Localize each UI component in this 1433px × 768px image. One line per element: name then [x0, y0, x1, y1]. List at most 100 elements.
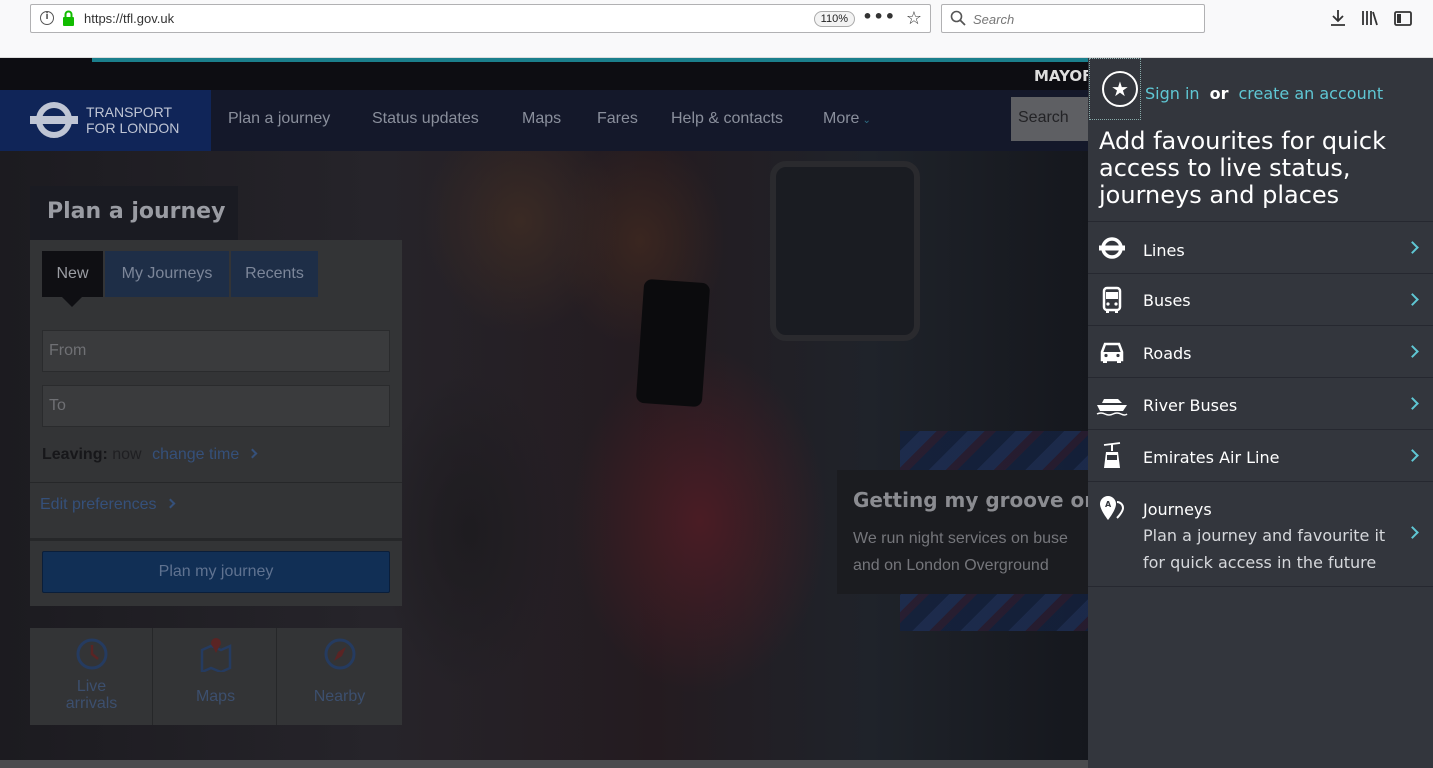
tfl-logo[interactable]: TRANSPORT FOR LONDON: [0, 90, 211, 151]
to-placeholder: To: [49, 397, 66, 414]
promo-title: Getting my groove on n: [853, 488, 1088, 512]
favourite-item-river-buses[interactable]: River Buses: [1088, 377, 1433, 429]
from-placeholder: From: [49, 342, 87, 359]
promo-body: We run night services on buse and on Lon…: [853, 525, 1068, 579]
top-accent-line: [92, 58, 1088, 62]
nav-more[interactable]: More ⌄: [823, 110, 871, 128]
quick-link-label-line1: Live: [76, 678, 107, 695]
nav-help-contacts[interactable]: Help & contacts: [671, 110, 783, 128]
nav-plan-journey[interactable]: Plan a journey: [228, 110, 330, 128]
roundel-logo-icon: [30, 102, 78, 138]
favourite-item-journeys[interactable]: A Journeys Plan a journey and favourite …: [1088, 481, 1433, 587]
planner-title-box: Plan a journey: [30, 186, 238, 240]
plan-my-journey-button[interactable]: Plan my journey: [42, 551, 390, 593]
chevron-right-icon: [1406, 241, 1419, 254]
site-search-input[interactable]: Search: [1011, 97, 1088, 141]
promo-line-1: We run night services on buse: [853, 530, 1068, 547]
favourite-item-emirates-air-line[interactable]: Emirates Air Line: [1088, 429, 1433, 481]
quick-link-label: Nearby: [313, 688, 366, 705]
favourite-label: River Buses: [1143, 396, 1238, 415]
sign-in-link[interactable]: Sign in: [1145, 84, 1200, 103]
nav-fares[interactable]: Fares: [597, 110, 638, 128]
zoom-badge[interactable]: 110%: [813, 11, 855, 27]
divider: [30, 538, 402, 541]
page-actions-icon[interactable]: •••: [862, 7, 896, 26]
quick-link-live-arrivals[interactable]: Live arrivals: [30, 628, 153, 725]
mayor-link[interactable]: MAYOF: [1034, 67, 1092, 85]
quick-link-label-line2: arrivals: [65, 695, 118, 712]
favourites-heading: Add favourites for quick access to live …: [1099, 127, 1387, 209]
favourite-label: Roads: [1143, 344, 1192, 363]
create-account-link[interactable]: create an account: [1238, 84, 1383, 103]
phone-in-photo: [635, 278, 711, 408]
site-header: TRANSPORT FOR LONDON Plan a journey Stat…: [0, 90, 1088, 151]
chevron-right-icon: [1406, 293, 1419, 306]
chevron-right-icon: [247, 448, 258, 459]
leaving-row: Leaving: now change time: [42, 446, 258, 464]
favourites-toggle[interactable]: ★: [1089, 58, 1141, 120]
compass-icon: [324, 638, 356, 670]
map-pin-icon: [200, 638, 232, 672]
chevron-right-icon: [1406, 397, 1419, 410]
promo-card[interactable]: Getting my groove on n We run night serv…: [837, 470, 1088, 594]
favourite-item-roads[interactable]: Roads: [1088, 325, 1433, 377]
leaving-value: now: [112, 446, 142, 463]
browser-toolbar: i https://tfl.gov.uk 110% ••• ☆ Search: [0, 0, 1433, 58]
favourite-label: Lines: [1143, 241, 1185, 260]
browser-search-placeholder: Search: [973, 12, 1015, 27]
quick-link-nearby[interactable]: Nearby: [278, 628, 401, 725]
nav-status-updates[interactable]: Status updates: [372, 110, 479, 128]
quick-link-label: Maps: [195, 688, 236, 705]
leaving-label: Leaving:: [42, 446, 108, 463]
info-icon[interactable]: i: [40, 11, 54, 25]
to-input[interactable]: To: [42, 385, 390, 427]
promo-line-2: and on London Overground: [853, 557, 1049, 574]
chevron-right-icon: [1406, 526, 1419, 539]
logo-line-2: FOR LONDON: [86, 120, 180, 136]
quick-link-maps[interactable]: Maps: [154, 628, 277, 725]
search-icon: [950, 10, 966, 26]
download-icon[interactable]: [1328, 8, 1348, 28]
sidebar-toggle-icon[interactable]: [1393, 8, 1413, 28]
tab-new[interactable]: New: [42, 251, 103, 297]
quick-links: Live arrivals Maps Nearby: [30, 628, 402, 725]
chevron-right-icon: [1406, 345, 1419, 358]
bookmark-star-icon[interactable]: ☆: [906, 8, 922, 29]
planner-title: Plan a journey: [47, 199, 226, 224]
address-bar[interactable]: i https://tfl.gov.uk 110% ••• ☆: [30, 4, 931, 33]
url-text[interactable]: https://tfl.gov.uk: [84, 11, 174, 26]
chevron-right-icon: [1406, 449, 1419, 462]
browser-search-input[interactable]: Search: [941, 4, 1205, 33]
star-icon: ★: [1102, 71, 1138, 107]
edit-preferences-link[interactable]: Edit preferences: [40, 496, 175, 514]
bus-icon: [1102, 286, 1122, 313]
sign-in-row: Sign in or create an account: [1145, 84, 1383, 103]
nav-more-label: More: [823, 110, 860, 127]
clock-icon: [76, 638, 108, 670]
change-time-link[interactable]: change time: [152, 446, 258, 463]
edit-preferences-label: Edit preferences: [40, 496, 157, 513]
favourite-item-lines[interactable]: Lines: [1088, 221, 1433, 273]
favourite-label: Buses: [1143, 291, 1191, 310]
hero-image: Plan a journey New My Journeys Recents F…: [0, 151, 1088, 768]
roundel-icon: [1099, 237, 1125, 259]
change-time-label: change time: [152, 446, 240, 463]
favourite-label: Journeys: [1143, 500, 1212, 519]
logo-line-1: TRANSPORT: [86, 104, 173, 120]
tab-my-journeys[interactable]: My Journeys: [105, 251, 229, 297]
nav-maps[interactable]: Maps: [522, 110, 561, 128]
chevron-down-icon: ⌄: [862, 115, 871, 126]
library-icon[interactable]: [1360, 8, 1380, 28]
chevron-right-icon: [165, 498, 175, 509]
car-icon: [1100, 342, 1124, 363]
cable-car-icon: [1103, 442, 1121, 468]
favourites-panel: ★ Sign in or create an account Add favouri…: [1088, 58, 1433, 768]
favourite-label: Emirates Air Line: [1143, 448, 1280, 467]
active-tab-notch: [62, 297, 82, 307]
from-input[interactable]: From: [42, 330, 390, 372]
logo-text: TRANSPORT FOR LONDON: [86, 104, 179, 136]
tab-recents[interactable]: Recents: [231, 251, 318, 297]
or-text: or: [1209, 84, 1229, 103]
divider: [30, 482, 402, 483]
favourite-item-buses[interactable]: Buses: [1088, 273, 1433, 325]
